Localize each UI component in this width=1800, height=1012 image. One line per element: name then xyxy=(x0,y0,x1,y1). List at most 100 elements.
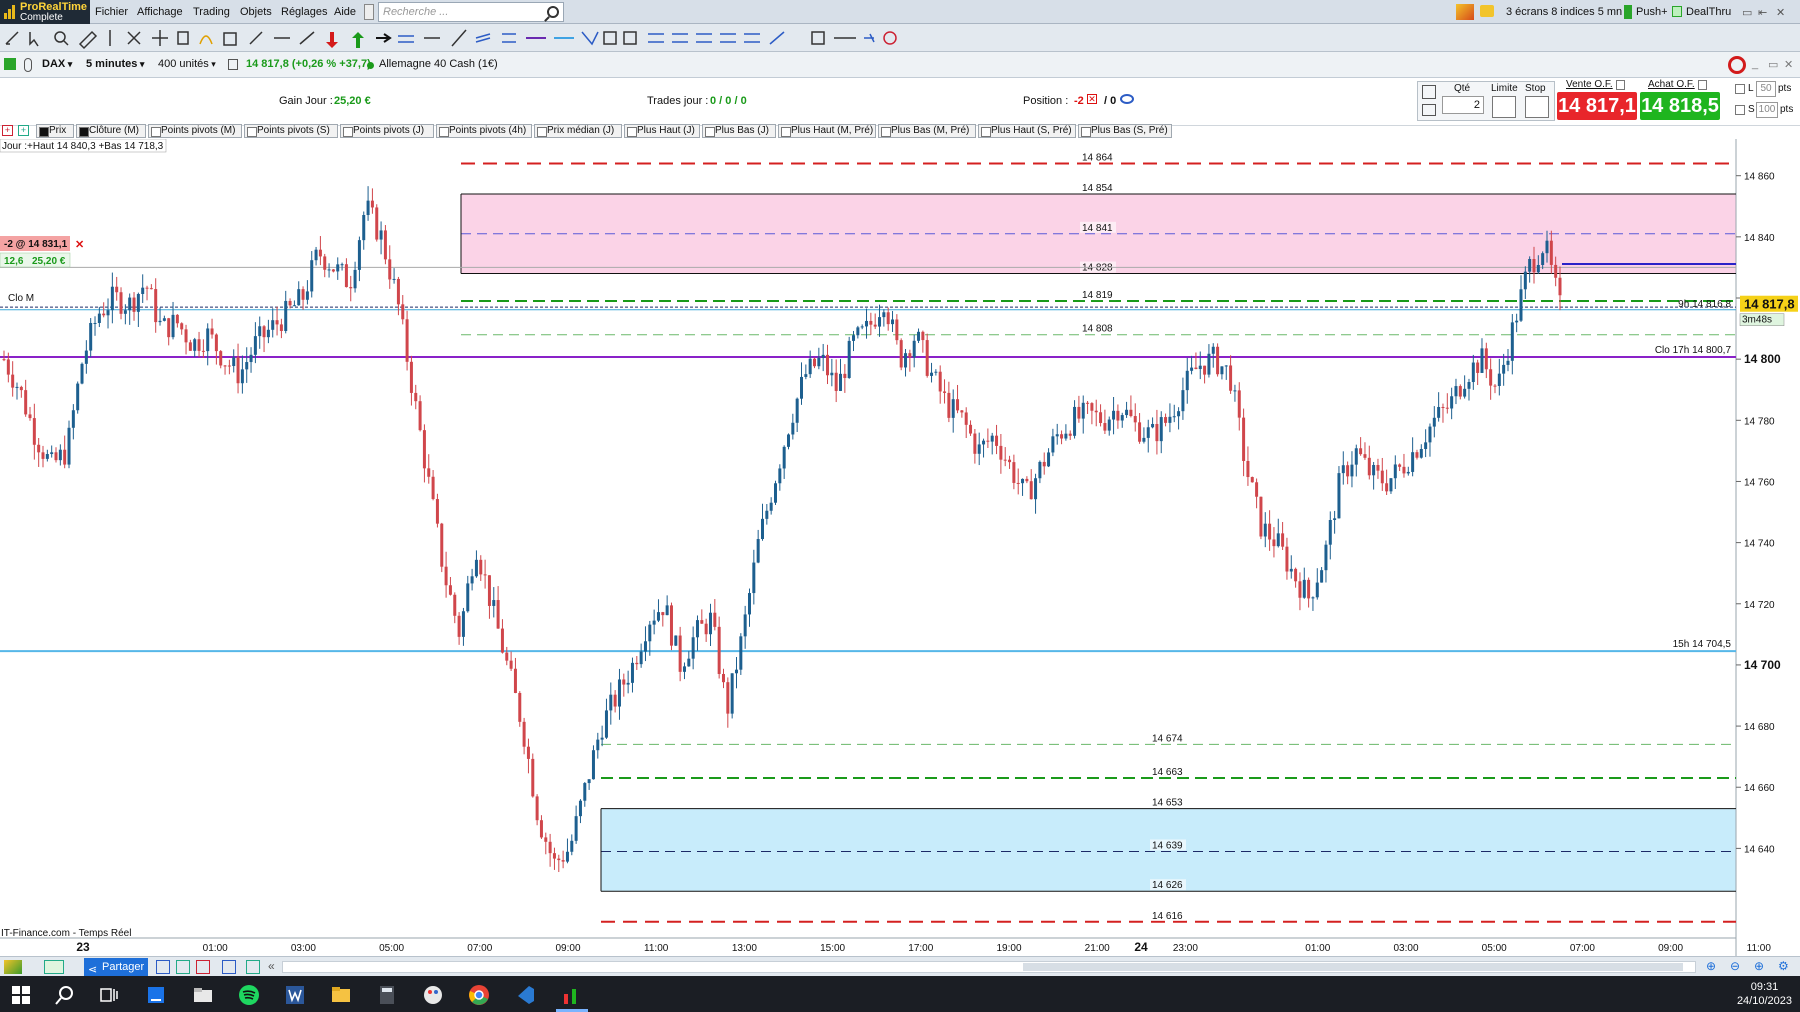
vscode-icon[interactable] xyxy=(514,984,536,1006)
s-points-input[interactable]: 100 xyxy=(1756,102,1778,118)
indicator-chip[interactable]: Points pivots (J) xyxy=(340,124,434,138)
timeframe-selector[interactable]: 5 minutes xyxy=(86,58,144,70)
sell-button[interactable]: 14 817,1 xyxy=(1557,92,1637,120)
push-status[interactable]: Push+ xyxy=(1636,6,1668,18)
chart-canvas[interactable]: 14 860 14 840 14 800 14 780 14 760 14 740 14 7… xyxy=(0,139,1800,957)
indicator-chip[interactable]: Plus Haut (M, Pré) xyxy=(778,124,876,138)
menu-objets[interactable]: Objets xyxy=(240,6,272,18)
message-icon[interactable] xyxy=(1480,5,1494,17)
candle-body xyxy=(1359,448,1363,455)
info-icon[interactable] xyxy=(228,59,238,70)
stop-order-button[interactable] xyxy=(1525,96,1549,118)
add-indicator-icon[interactable]: + xyxy=(2,125,13,136)
indicator-chip[interactable]: Clôture (M) xyxy=(76,124,146,138)
zoom-in-icon[interactable]: ⊕ xyxy=(1754,959,1764,973)
print-icon[interactable] xyxy=(196,960,210,974)
close-position-icon[interactable]: ✕ xyxy=(1087,94,1097,104)
chart-maximize-button[interactable]: ▭ xyxy=(1768,58,1778,71)
sell-info-icon[interactable] xyxy=(1616,80,1625,90)
indicator-chip[interactable]: Plus Bas (J) xyxy=(702,124,776,138)
indicator-chip[interactable]: Points pivots (M) xyxy=(148,124,242,138)
candle-body xyxy=(1541,253,1545,265)
chart-minimize-button[interactable]: _ xyxy=(1752,58,1758,70)
qty-input[interactable]: 2 xyxy=(1442,96,1484,114)
time-scrollbar[interactable] xyxy=(282,961,1696,973)
window-minimize-button[interactable]: ▭ xyxy=(1742,6,1752,19)
menu-fichier[interactable]: Fichier xyxy=(95,6,128,18)
window-close-button[interactable]: ✕ xyxy=(1776,6,1785,19)
chart-options-icon[interactable]: ⚙ xyxy=(1778,959,1789,973)
spotify-icon[interactable] xyxy=(238,984,260,1006)
share-button[interactable]: ⋖ Partager xyxy=(84,958,148,976)
scrollbar-thumb[interactable] xyxy=(1023,963,1683,971)
candle-body xyxy=(63,449,67,465)
s-checkbox[interactable] xyxy=(1735,105,1745,115)
candle-body xyxy=(271,320,275,330)
indicator-chip[interactable]: Plus Haut (J) xyxy=(624,124,700,138)
menu-reglages[interactable]: Réglages xyxy=(281,6,327,18)
sync-icon[interactable] xyxy=(1728,56,1746,74)
system-clock[interactable]: 09:31 24/10/2023 xyxy=(1737,980,1792,1008)
task-view-icon[interactable] xyxy=(98,984,120,1006)
candle-body xyxy=(110,286,114,311)
search-input[interactable]: Recherche ... xyxy=(378,2,564,22)
indicator-chip[interactable]: Plus Bas (M, Pré) xyxy=(878,124,976,138)
windows-start-icon[interactable] xyxy=(10,984,32,1006)
app-blue-icon[interactable] xyxy=(145,984,167,1006)
chart-type-icon[interactable] xyxy=(4,58,16,70)
explorer-folder-icon[interactable] xyxy=(192,984,214,1006)
position-settings-icon[interactable] xyxy=(1120,94,1134,104)
drawing-mode-icon[interactable] xyxy=(4,960,22,974)
workspace-icon[interactable] xyxy=(1456,4,1474,20)
indicator-chip[interactable]: Prix xyxy=(36,124,74,138)
calculator-icon[interactable] xyxy=(246,960,260,974)
indicator-chip[interactable]: Points pivots (4h) xyxy=(436,124,532,138)
zoom-out-icon[interactable]: ⊖ xyxy=(1730,959,1740,973)
chrome-icon[interactable] xyxy=(468,984,490,1006)
dealthru-status[interactable]: DealThru xyxy=(1686,6,1731,18)
calculator-app-icon[interactable] xyxy=(376,984,398,1006)
symbol-selector[interactable]: DAX xyxy=(42,58,72,70)
lock-icon[interactable] xyxy=(24,58,32,72)
window-restore-button[interactable]: ⇤ xyxy=(1758,6,1767,19)
buy-button[interactable]: 14 818,5 xyxy=(1640,92,1720,120)
scroll-back-icon[interactable]: « xyxy=(268,959,275,973)
search-taskbar-icon[interactable] xyxy=(54,984,76,1006)
indicator-chip[interactable]: Plus Bas (S, Pré) xyxy=(1078,124,1172,138)
search-icon[interactable] xyxy=(547,6,559,18)
chart-close-button[interactable]: ✕ xyxy=(1784,58,1793,71)
menu-trading[interactable]: Trading xyxy=(193,6,230,18)
candle-body xyxy=(695,620,699,638)
candle-body xyxy=(184,329,188,343)
candle-body xyxy=(1185,370,1189,391)
app-edition: Complete xyxy=(20,12,63,23)
indicator-chip[interactable]: Points pivots (S) xyxy=(244,124,338,138)
file-explorer-icon[interactable] xyxy=(330,984,352,1006)
units-selector[interactable]: 400 unités xyxy=(158,58,216,70)
limit-order-button[interactable] xyxy=(1492,96,1516,118)
menu-aide[interactable]: Aide xyxy=(334,6,356,18)
price-chart[interactable]: 14 860 14 840 14 800 14 780 14 760 14 740 14 7… xyxy=(0,139,1800,957)
l-checkbox[interactable] xyxy=(1735,84,1745,94)
keypad-icon[interactable] xyxy=(1422,104,1436,116)
candle-body xyxy=(1484,348,1488,370)
indicator-chip[interactable]: Prix médian (J) xyxy=(534,124,622,138)
dictionary-icon[interactable] xyxy=(364,4,374,20)
candle-body xyxy=(1337,473,1341,519)
prorealtime-taskbar-icon[interactable] xyxy=(560,984,582,1006)
candle-body xyxy=(1055,434,1059,437)
chart-template-icon[interactable] xyxy=(44,960,64,974)
window-icon[interactable] xyxy=(222,960,236,974)
screenshot-icon[interactable] xyxy=(156,960,170,974)
export-icon[interactable] xyxy=(176,960,190,974)
settings-indicator-icon[interactable]: + xyxy=(18,125,29,136)
wrench-icon[interactable] xyxy=(1422,85,1436,99)
buy-info-icon[interactable] xyxy=(1698,80,1707,90)
zoom-fit-icon[interactable]: ⊕ xyxy=(1706,959,1716,973)
word-icon[interactable] xyxy=(284,984,306,1006)
l-points-input[interactable]: 50 xyxy=(1756,81,1776,97)
indicator-chip[interactable]: Plus Haut (S, Pré) xyxy=(978,124,1076,138)
layout-selector[interactable]: 3 écrans 8 indices 5 mn xyxy=(1506,6,1622,18)
paint-icon[interactable] xyxy=(422,984,444,1006)
menu-affichage[interactable]: Affichage xyxy=(137,6,183,18)
